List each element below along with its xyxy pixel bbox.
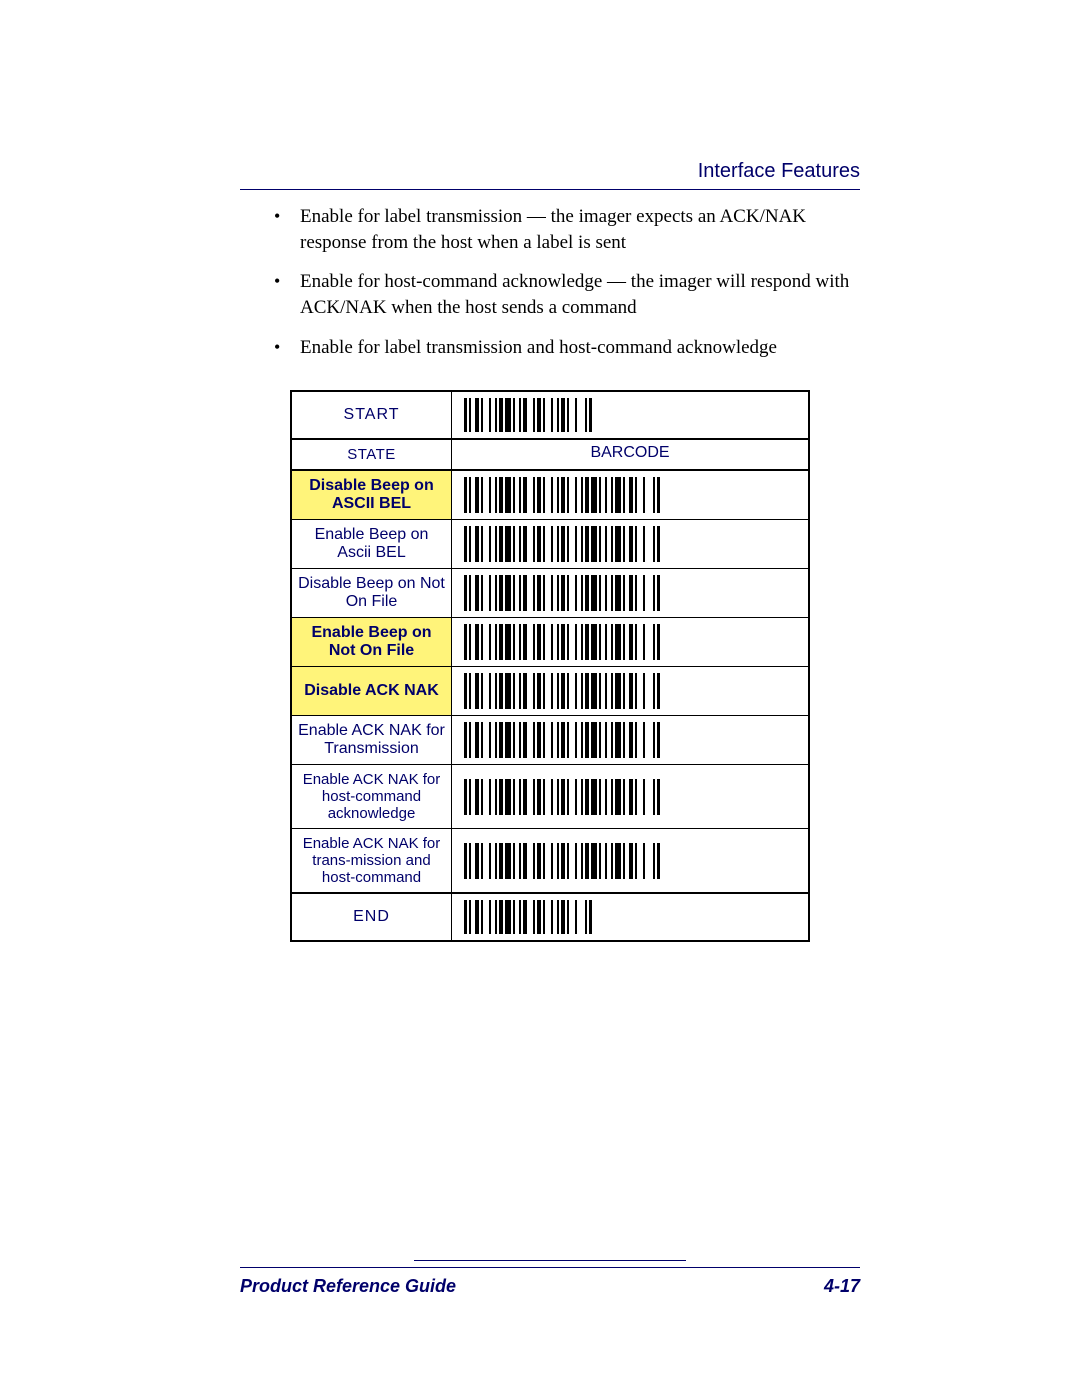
table-row: Disable ACK NAK <box>292 667 808 716</box>
table-row: Enable Beep on Not On File <box>292 618 808 667</box>
state-label: Disable ACK NAK <box>292 667 452 715</box>
state-label: Enable Beep on Ascii BEL <box>292 520 452 568</box>
barcode-cell <box>452 520 808 568</box>
header-rule <box>240 189 860 190</box>
state-label: Enable ACK NAK for host-command acknowle… <box>292 765 452 828</box>
state-label: Disable Beep on ASCII BEL <box>292 471 452 519</box>
end-row: END <box>292 894 808 940</box>
barcode-cell <box>452 392 808 438</box>
barcode-icon <box>464 900 592 934</box>
table-row: Enable ACK NAK for trans-mission and hos… <box>292 829 808 894</box>
table-header-row: STATE BARCODE <box>292 440 808 471</box>
barcode-cell <box>452 716 808 764</box>
barcode-table: START STATE BARCODE Disable Beep on ASCI… <box>290 390 810 942</box>
start-row: START <box>292 392 808 440</box>
barcode-cell <box>452 618 808 666</box>
state-label: Disable Beep on Not On File <box>292 569 452 617</box>
end-label: END <box>292 894 452 940</box>
state-label: Enable ACK NAK for trans-mission and hos… <box>292 829 452 892</box>
table-row: Enable ACK NAK for host-command acknowle… <box>292 765 808 829</box>
barcode-cell <box>452 894 808 940</box>
bullet-item: Enable for label transmission and host-c… <box>300 335 860 361</box>
barcode-icon <box>464 477 660 513</box>
footer-rule <box>240 1267 860 1268</box>
barcode-icon <box>464 673 660 709</box>
start-label: START <box>292 392 452 438</box>
table-row: Enable ACK NAK for Transmission <box>292 716 808 765</box>
barcode-cell <box>452 765 808 828</box>
page-footer: Product Reference Guide 4-17 <box>240 1260 860 1297</box>
footer-right: 4-17 <box>824 1276 860 1297</box>
document-page: Interface Features Enable for label tran… <box>0 0 1080 1397</box>
state-label: Enable ACK NAK for Transmission <box>292 716 452 764</box>
barcode-icon <box>464 575 660 611</box>
barcode-cell <box>452 569 808 617</box>
barcode-icon <box>464 779 660 815</box>
barcode-icon <box>464 843 660 879</box>
footer-left: Product Reference Guide <box>240 1276 456 1297</box>
barcode-icon <box>464 398 592 432</box>
barcode-cell <box>452 667 808 715</box>
bullet-item: Enable for label transmission — the imag… <box>300 204 860 255</box>
footer-ornament-rule <box>414 1260 687 1261</box>
bullet-list: Enable for label transmission — the imag… <box>240 204 860 360</box>
barcode-cell <box>452 471 808 519</box>
table-row: Disable Beep on ASCII BEL <box>292 471 808 520</box>
barcode-icon <box>464 526 660 562</box>
barcode-header: BARCODE <box>452 440 808 469</box>
table-row: Disable Beep on Not On File <box>292 569 808 618</box>
state-label: Enable Beep on Not On File <box>292 618 452 666</box>
table-row: Enable Beep on Ascii BEL <box>292 520 808 569</box>
barcode-cell <box>452 829 808 892</box>
section-title: Interface Features <box>240 160 860 183</box>
state-header: STATE <box>292 440 452 469</box>
bullet-item: Enable for host-command acknowledge — th… <box>300 269 860 320</box>
barcode-icon <box>464 722 660 758</box>
barcode-icon <box>464 624 660 660</box>
